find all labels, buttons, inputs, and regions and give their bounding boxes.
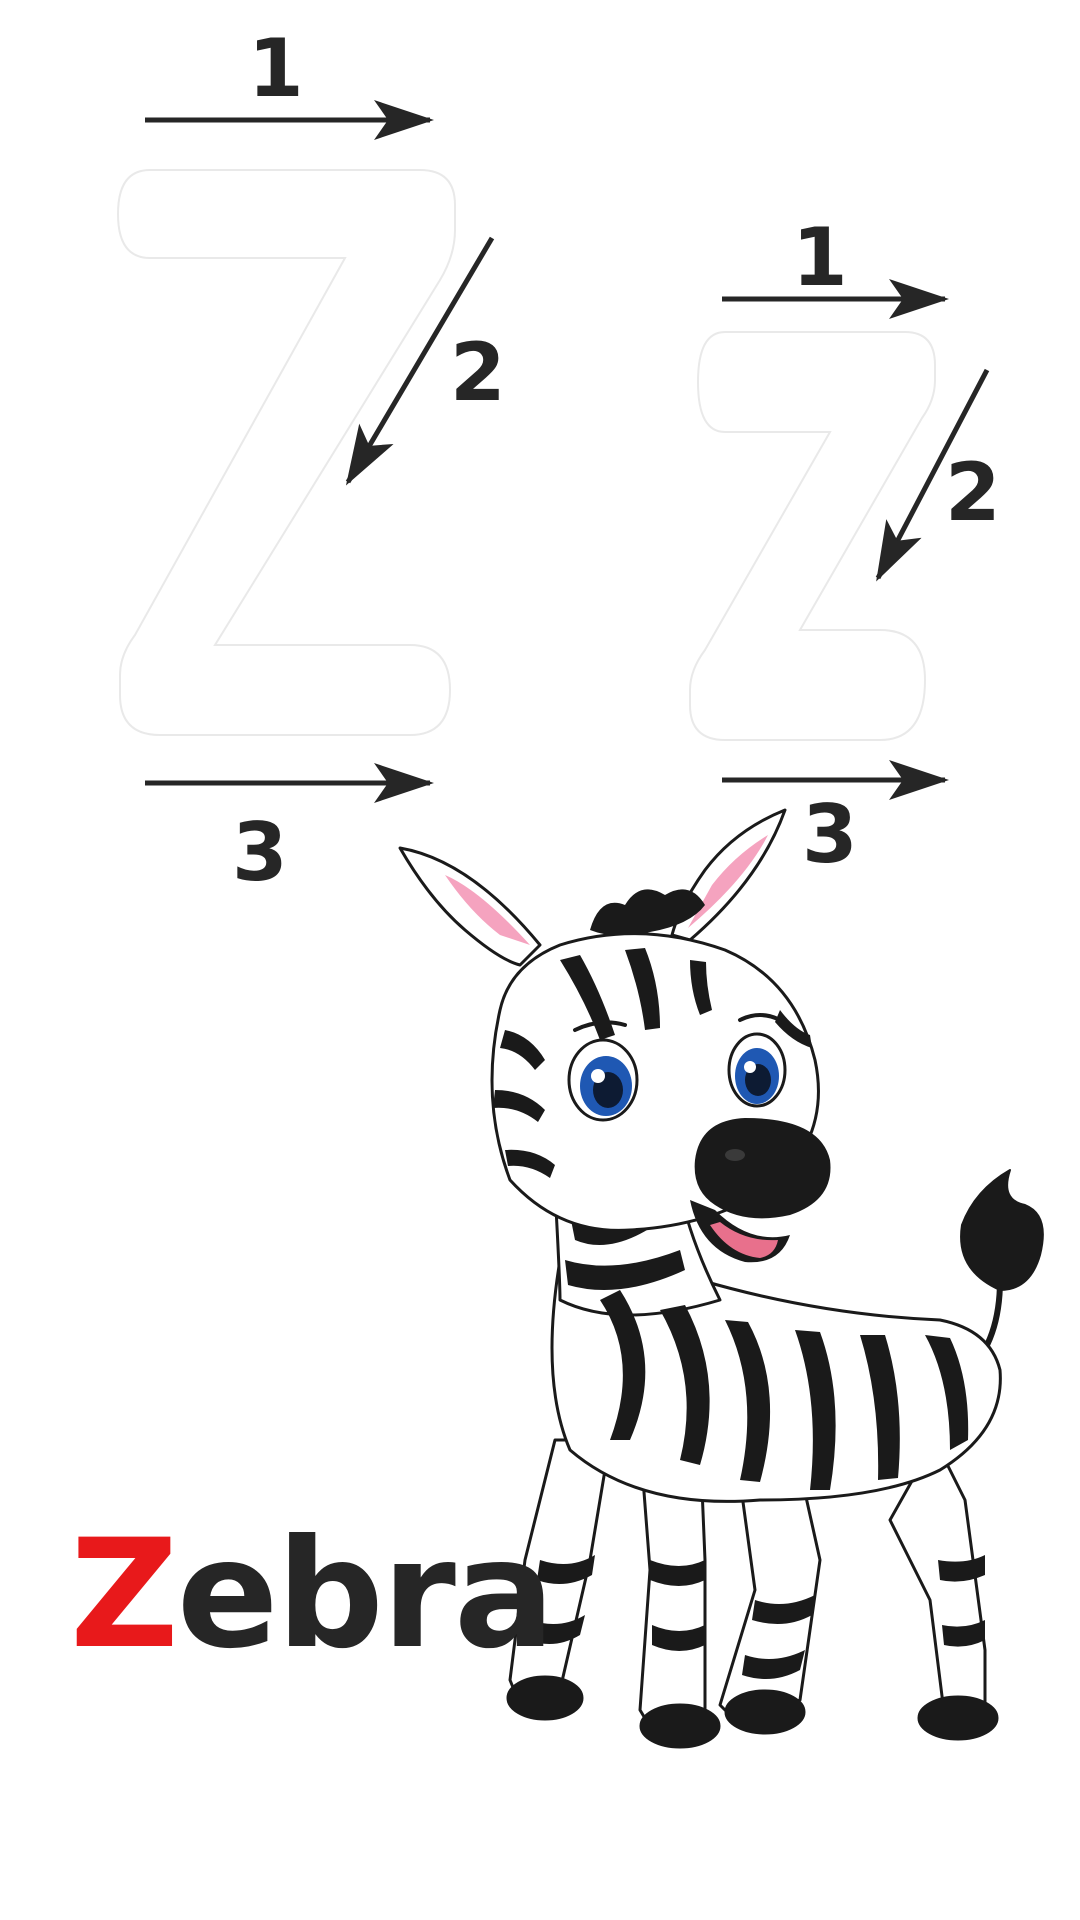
zebra-muzzle <box>694 1118 831 1219</box>
zebra-tail-tuft <box>960 1169 1044 1291</box>
zebra-hoof <box>506 1675 584 1721</box>
zebra-hoof <box>917 1695 999 1741</box>
stroke-3-number: 3 <box>802 788 858 881</box>
zebra-back-leg-left <box>718 1468 822 1727</box>
lowercase-z-tracing-guide: 1 2 3 <box>689 211 1001 881</box>
zebra-hoof <box>639 1703 721 1749</box>
stroke-1-number: 1 <box>792 211 848 304</box>
word-label: Zebra <box>70 1520 555 1670</box>
zebra-eye-right <box>727 1032 787 1108</box>
zebra-hoof <box>724 1689 806 1735</box>
zebra-eye-left <box>567 1038 639 1122</box>
word-first-letter: Z <box>70 1508 179 1682</box>
stroke-1-number: 1 <box>248 22 304 115</box>
uppercase-z-tracing-guide: 1 2 3 <box>116 22 506 899</box>
stroke-2-number: 2 <box>945 446 1001 539</box>
stroke-3-number: 3 <box>232 806 288 899</box>
zebra-nostril <box>725 1149 745 1161</box>
word-rest: ebra <box>176 1508 555 1682</box>
uppercase-z-outline <box>116 169 456 736</box>
stroke-2-number: 2 <box>450 326 506 419</box>
